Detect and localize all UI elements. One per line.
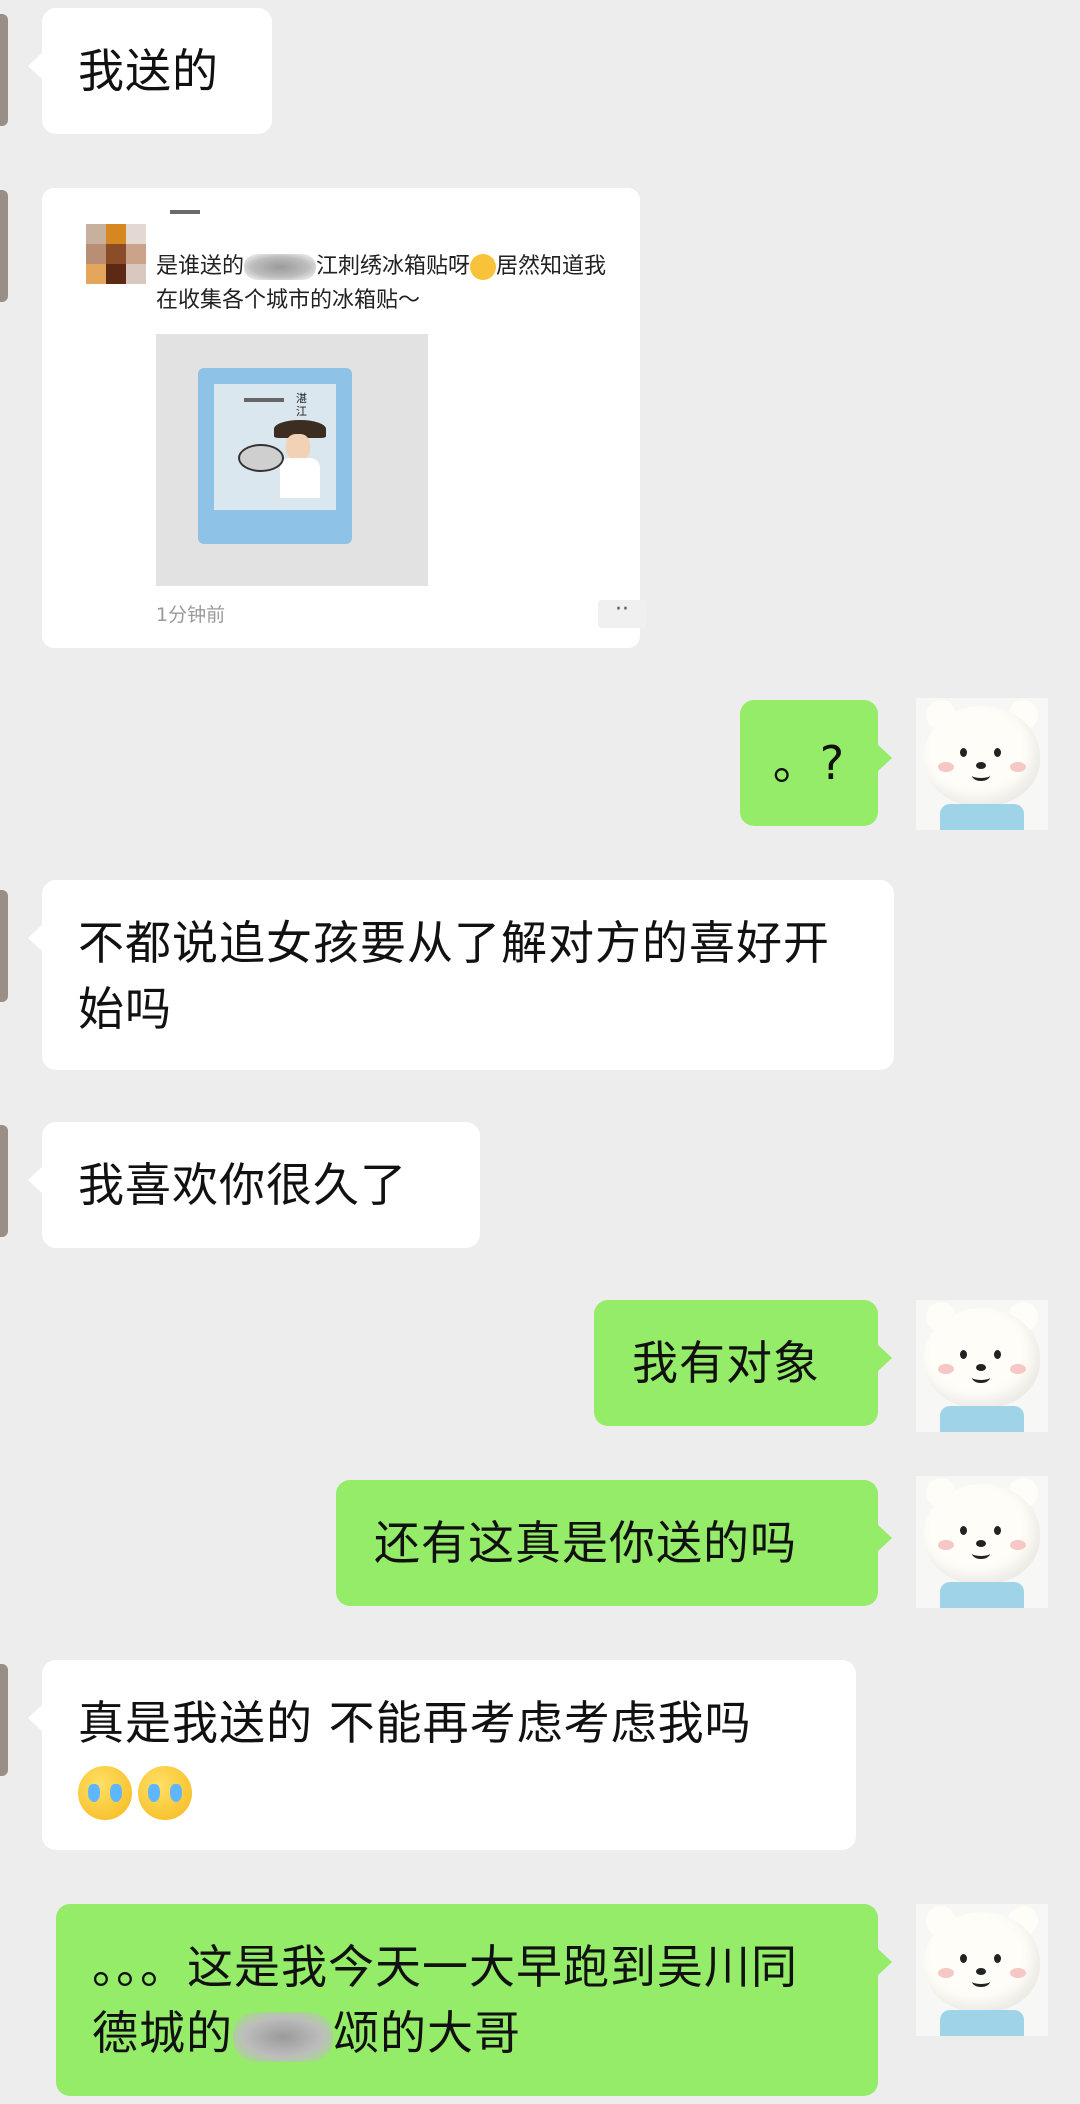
contact-avatar-edge[interactable] (0, 190, 8, 302)
message-bubble-left[interactable]: 不都说追女孩要从了解对方的喜好开始吗 (28, 880, 894, 1070)
embroidered-magnet-stamp: 湛江 (198, 368, 352, 544)
contact-avatar-edge[interactable] (0, 1125, 8, 1237)
post-text-suffix: 江刺绣冰箱贴呀 (316, 254, 471, 279)
message-bubble-right[interactable]: 。? (740, 700, 892, 826)
moments-post-text: 是谁送的 江刺绣冰箱贴呀 居然知道我在收集各个城市的冰箱贴～ (156, 250, 616, 318)
polar-bear-avatar-icon (924, 706, 1040, 806)
contact-avatar-edge[interactable] (0, 890, 8, 1002)
message-text: 我有对象 (632, 1336, 820, 1390)
stamp-small-text (244, 398, 284, 402)
blurred-redaction (244, 254, 317, 280)
self-avatar[interactable] (916, 1300, 1048, 1432)
contact-avatar-edge[interactable] (0, 14, 8, 126)
post-time: 1分钟前 (156, 604, 226, 626)
cry-emoji-icon (138, 1765, 192, 1820)
contact-avatar-edge[interactable] (0, 1664, 8, 1776)
post-text-prefix: 是谁送的 (156, 254, 245, 279)
cry-emoji-icon (78, 1765, 132, 1820)
stamp-artwork: 湛江 (214, 384, 336, 510)
message-bubble-left[interactable]: 我喜欢你很久了 (28, 1122, 480, 1248)
poster-name-bar (170, 210, 200, 214)
poster-avatar-thumbnail (86, 224, 146, 284)
emoji-row (78, 1756, 820, 1822)
more-options-button[interactable]: ·· (598, 599, 646, 628)
moments-post-card[interactable]: 是谁送的 江刺绣冰箱贴呀 居然知道我在收集各个城市的冰箱贴～ 湛江 1分钟前 ·· (42, 188, 646, 648)
message-text-part-b: 颂的大哥 (333, 2006, 521, 2060)
stamp-caption: 湛江 (296, 392, 307, 418)
message-text: 我送的 (78, 44, 219, 98)
figure-face-shape (286, 434, 310, 460)
polar-bear-avatar-icon (924, 1484, 1040, 1584)
message-text: 。? (772, 736, 846, 790)
message-text: 我喜欢你很久了 (78, 1158, 407, 1212)
polar-bear-avatar-icon (924, 1912, 1040, 2012)
message-bubble-right[interactable]: 还有这真是你送的吗 (336, 1480, 892, 1606)
smile-emoji-icon (470, 254, 497, 280)
message-bubble-left[interactable]: 真是我送的 不能再考虑考虑我吗 (28, 1660, 856, 1850)
self-avatar[interactable] (916, 1904, 1048, 2036)
message-bubble-left[interactable]: 我送的 (28, 8, 272, 134)
message-text: 真是我送的 不能再考虑考虑我吗 (78, 1696, 752, 1750)
polar-bear-avatar-icon (924, 1308, 1040, 1408)
message-text: 不都说追女孩要从了解对方的喜好开始吗 (78, 916, 830, 1036)
message-text: 还有这真是你送的吗 (374, 1516, 797, 1570)
message-text: 。。。这是我今天一大早跑到吴川同德城的 颂的大哥 (92, 1934, 842, 2066)
blurred-redaction (233, 2011, 333, 2062)
message-bubble-right[interactable]: 我有对象 (594, 1300, 892, 1426)
self-avatar[interactable] (916, 1476, 1048, 1608)
oyster-shape (238, 444, 284, 472)
moments-photo[interactable]: 湛江 (156, 334, 428, 586)
self-avatar[interactable] (916, 698, 1048, 830)
figure-body-shape (280, 458, 320, 498)
message-bubble-right[interactable]: 。。。这是我今天一大早跑到吴川同德城的 颂的大哥 (56, 1904, 892, 2096)
